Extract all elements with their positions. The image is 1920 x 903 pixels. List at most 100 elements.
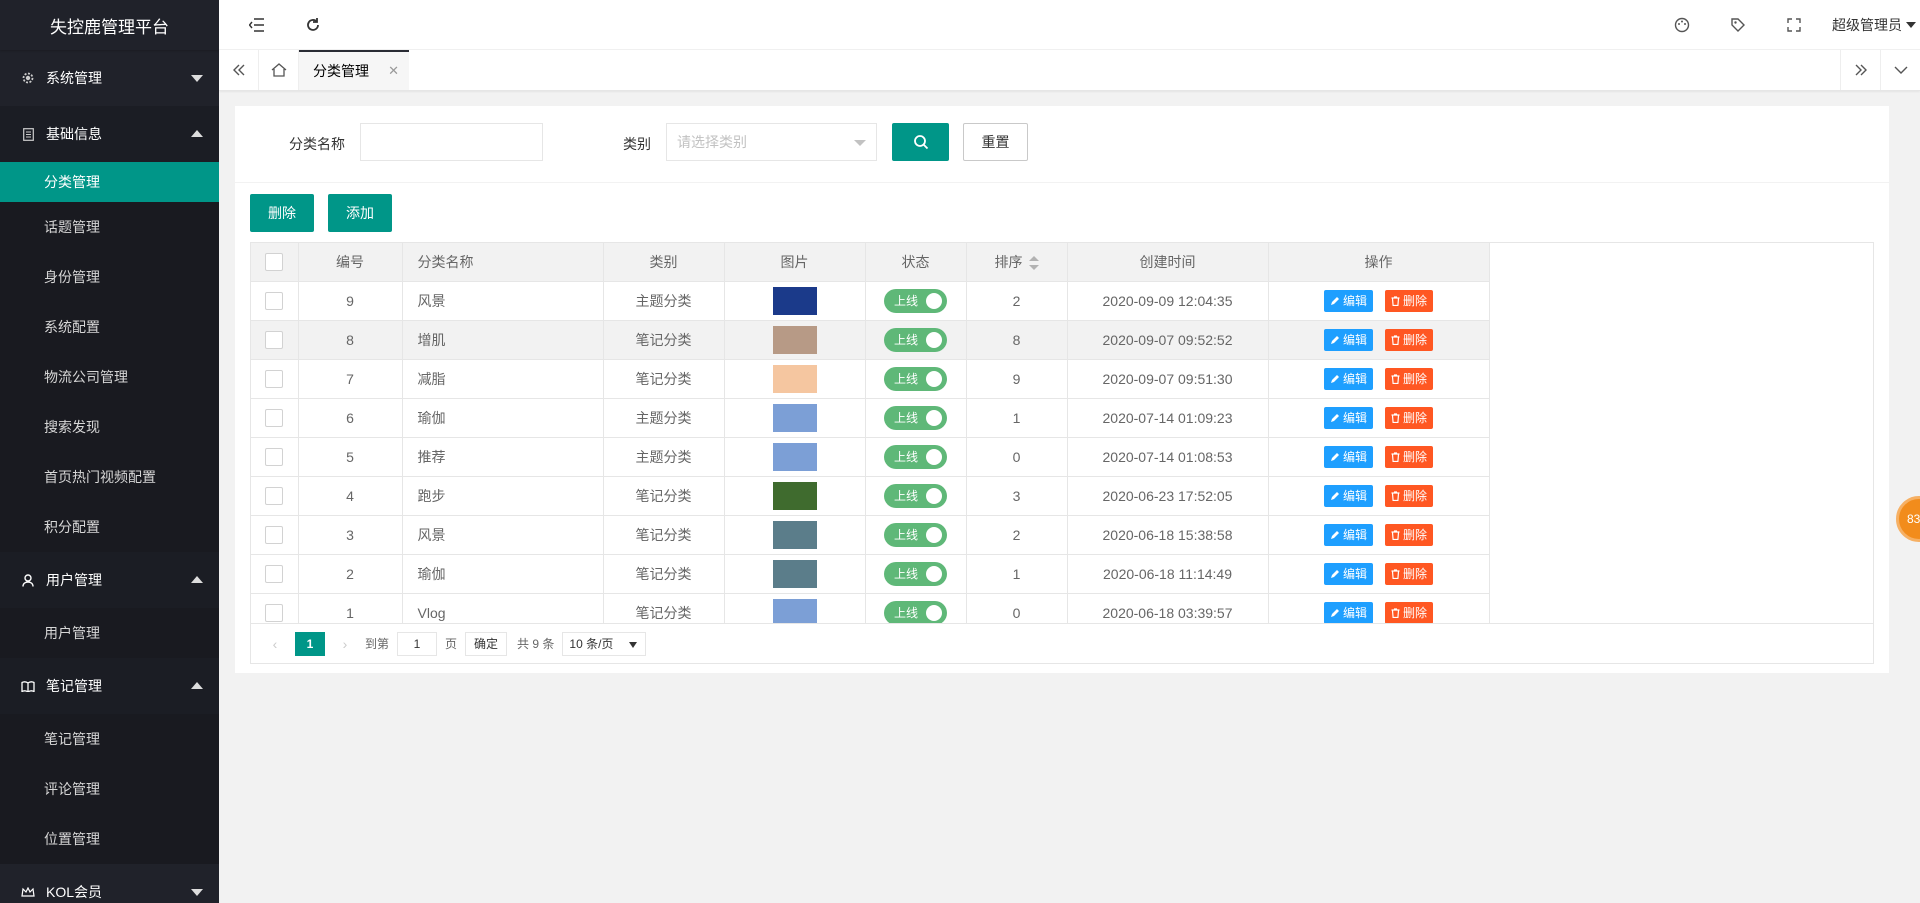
delete-button[interactable]: 删除 xyxy=(1384,484,1433,507)
row-checkbox[interactable] xyxy=(265,291,284,310)
sidebar-group-0[interactable]: 系统管理 xyxy=(0,50,219,106)
type-select[interactable]: 请选择类别 xyxy=(666,123,877,161)
delete-button[interactable]: 删除 xyxy=(1384,562,1433,585)
row-checkbox[interactable] xyxy=(265,330,284,349)
sidebar-group-1[interactable]: 基础信息 xyxy=(0,106,219,162)
delete-button[interactable]: 删除 xyxy=(1384,289,1433,312)
status-toggle[interactable]: 上线 xyxy=(884,327,947,352)
edit-button[interactable]: 编辑 xyxy=(1324,328,1374,351)
tabs-scroll-right-icon[interactable] xyxy=(1840,50,1880,90)
page-size-select[interactable]: 10 条/页 xyxy=(562,631,647,656)
edit-button[interactable]: 编辑 xyxy=(1324,562,1374,585)
sidebar-group-4[interactable]: KOL会员 xyxy=(0,864,219,903)
row-checkbox[interactable] xyxy=(265,564,284,583)
table-row[interactable]: 5 推荐 主题分类 上线 0 2020-07-14 01:08:53 编辑 删除 xyxy=(251,437,1490,477)
next-page-icon[interactable]: › xyxy=(335,636,355,652)
tag-icon[interactable] xyxy=(1710,0,1766,50)
sidebar-group-3[interactable]: 笔记管理 xyxy=(0,658,219,714)
edit-button[interactable]: 编辑 xyxy=(1324,289,1374,312)
sidebar-item[interactable]: 分类管理 xyxy=(0,162,219,202)
edit-button[interactable]: 编辑 xyxy=(1324,406,1374,429)
edit-button[interactable]: 编辑 xyxy=(1324,367,1374,390)
sidebar-item[interactable]: 积分配置 xyxy=(0,502,219,552)
category-thumbnail[interactable] xyxy=(772,325,817,354)
table-row[interactable]: 9 风景 主题分类 上线 2 2020-09-09 12:04:35 编辑 删除 xyxy=(251,281,1490,321)
category-thumbnail[interactable] xyxy=(772,286,817,315)
sidebar-group-label: KOL会员 xyxy=(46,884,103,900)
row-checkbox[interactable] xyxy=(265,408,284,427)
sidebar-item[interactable]: 首页热门视频配置 xyxy=(0,452,219,502)
delete-button[interactable]: 删除 xyxy=(1384,367,1433,390)
sidebar-item[interactable]: 物流公司管理 xyxy=(0,352,219,402)
category-thumbnail[interactable] xyxy=(772,442,817,471)
edit-button[interactable]: 编辑 xyxy=(1324,484,1374,507)
table-row[interactable]: 2 瑜伽 笔记分类 上线 1 2020-06-18 11:14:49 编辑 删除 xyxy=(251,554,1490,594)
table-row[interactable]: 8 增肌 笔记分类 上线 8 2020-09-07 09:52:52 编辑 删除 xyxy=(251,320,1490,360)
row-checkbox[interactable] xyxy=(265,447,284,466)
sidebar-item[interactable]: 用户管理 xyxy=(0,608,219,658)
floating-badge[interactable]: 83 xyxy=(1896,496,1920,542)
sidebar-item[interactable]: 系统配置 xyxy=(0,302,219,352)
delete-button[interactable]: 删除 xyxy=(1384,601,1433,624)
table-row[interactable]: 6 瑜伽 主题分类 上线 1 2020-07-14 01:09:23 编辑 删除 xyxy=(251,398,1490,438)
add-button[interactable]: 添加 xyxy=(328,194,392,232)
reset-button[interactable]: 重置 xyxy=(963,123,1028,161)
table-row[interactable]: 3 风景 笔记分类 上线 2 2020-06-18 15:38:58 编辑 删除 xyxy=(251,515,1490,555)
search-button[interactable] xyxy=(892,123,949,161)
current-page[interactable]: 1 xyxy=(295,631,325,656)
edit-button[interactable]: 编辑 xyxy=(1324,445,1374,468)
status-toggle-label: 上线 xyxy=(894,489,919,503)
home-icon[interactable] xyxy=(259,50,299,90)
sidebar-item[interactable]: 评论管理 xyxy=(0,764,219,814)
category-thumbnail[interactable] xyxy=(772,481,817,510)
goto-confirm-button[interactable]: 确定 xyxy=(465,631,508,656)
category-thumbnail[interactable] xyxy=(772,403,817,432)
sidebar-group-2[interactable]: 用户管理 xyxy=(0,552,219,608)
edit-button[interactable]: 编辑 xyxy=(1324,601,1374,624)
refresh-icon[interactable] xyxy=(288,0,338,50)
row-checkbox[interactable] xyxy=(265,525,284,544)
sidebar-item[interactable]: 身份管理 xyxy=(0,252,219,302)
select-all-checkbox[interactable] xyxy=(265,252,284,271)
tabs-bar: 分类管理 ✕ xyxy=(219,50,1920,91)
prev-page-icon[interactable]: ‹ xyxy=(265,636,285,652)
table-row[interactable]: 7 减脂 笔记分类 上线 9 2020-09-07 09:51:30 编辑 删除 xyxy=(251,359,1490,399)
delete-button[interactable]: 删除 xyxy=(1384,406,1433,429)
row-checkbox[interactable] xyxy=(265,486,284,505)
batch-delete-button[interactable]: 删除 xyxy=(250,194,314,232)
sort-arrows-icon[interactable] xyxy=(1028,256,1039,271)
table-row[interactable]: 4 跑步 笔记分类 上线 3 2020-06-23 17:52:05 编辑 删除 xyxy=(251,476,1490,516)
theme-palette-icon[interactable] xyxy=(1654,0,1710,50)
row-checkbox[interactable] xyxy=(265,603,284,622)
collapse-menu-icon[interactable] xyxy=(232,0,282,50)
status-toggle[interactable]: 上线 xyxy=(884,522,947,547)
sidebar-item[interactable]: 话题管理 xyxy=(0,202,219,252)
status-toggle[interactable]: 上线 xyxy=(884,288,947,313)
category-name-input[interactable] xyxy=(360,123,543,161)
fullscreen-icon[interactable] xyxy=(1766,0,1822,50)
status-toggle[interactable]: 上线 xyxy=(884,600,947,625)
category-thumbnail[interactable] xyxy=(772,364,817,393)
delete-button[interactable]: 删除 xyxy=(1384,523,1433,546)
category-thumbnail[interactable] xyxy=(772,520,817,549)
tabs-scroll-left-icon[interactable] xyxy=(219,50,259,90)
delete-button[interactable]: 删除 xyxy=(1384,328,1433,351)
sidebar-item[interactable]: 笔记管理 xyxy=(0,714,219,764)
status-toggle[interactable]: 上线 xyxy=(884,561,947,586)
category-thumbnail[interactable] xyxy=(772,559,817,588)
close-icon[interactable]: ✕ xyxy=(388,63,399,79)
goto-page-input[interactable]: 1 xyxy=(397,631,438,656)
status-toggle[interactable]: 上线 xyxy=(884,366,947,391)
user-menu[interactable]: 超级管理员 xyxy=(1822,15,1920,35)
status-toggle[interactable]: 上线 xyxy=(884,483,947,508)
col-sort[interactable]: 排序 xyxy=(966,243,1068,282)
row-checkbox[interactable] xyxy=(265,369,284,388)
delete-button[interactable]: 删除 xyxy=(1384,445,1433,468)
tabs-menu-chevron-down-icon[interactable] xyxy=(1880,50,1920,90)
sidebar-item[interactable]: 搜索发现 xyxy=(0,402,219,452)
status-toggle[interactable]: 上线 xyxy=(884,405,947,430)
status-toggle[interactable]: 上线 xyxy=(884,444,947,469)
tab-category-management[interactable]: 分类管理 ✕ xyxy=(299,50,409,90)
sidebar-item[interactable]: 位置管理 xyxy=(0,814,219,864)
edit-button[interactable]: 编辑 xyxy=(1324,523,1374,546)
